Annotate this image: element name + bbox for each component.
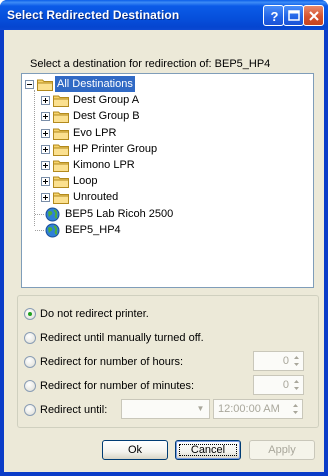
tree-item-label: All Destinations — [55, 76, 135, 92]
globe-icon — [45, 223, 60, 238]
close-button[interactable] — [303, 5, 324, 26]
help-button[interactable]: ? — [263, 5, 284, 26]
spinner-arrows-icon[interactable] — [291, 353, 302, 369]
tree-item-label: BEP5_HP4 — [65, 223, 121, 236]
ok-button[interactable]: Ok — [102, 440, 168, 460]
hours-spinner[interactable]: 0 — [253, 351, 304, 371]
globe-icon — [45, 207, 60, 222]
dialog-body: Select a destination for redirection of:… — [4, 30, 324, 472]
tree-item-hp-printer-group[interactable]: HP Printer Group — [22, 141, 312, 157]
title-bar[interactable]: Select Redirected Destination ? — [0, 0, 328, 30]
tree-item-label: Loop — [73, 175, 98, 188]
tree-item-label: HP Printer Group — [73, 142, 158, 155]
tree-item-label: Dest Group B — [73, 110, 140, 123]
expand-icon[interactable] — [41, 112, 50, 122]
radio-do-not-redirect[interactable] — [24, 308, 36, 320]
folder-icon — [53, 175, 69, 189]
cancel-button[interactable]: Cancel — [175, 440, 241, 460]
redirect-options-group: Do not redirect printer. Redirect until … — [17, 295, 319, 428]
tree-item-kimono-lpr[interactable]: Kimono LPR — [22, 157, 312, 173]
folder-icon — [53, 143, 69, 156]
tree-item-all-destinations[interactable]: All Destinations — [22, 76, 312, 92]
tree-item-label: Evo LPR — [73, 126, 117, 139]
destination-prompt: Select a destination for redirection of:… — [30, 58, 271, 70]
help-icon: ? — [271, 9, 279, 24]
tree-item-evo-lpr[interactable]: Evo LPR — [22, 125, 312, 141]
tree-item-label: Dest Group A — [73, 94, 140, 107]
until-date-combo[interactable]: ▼ — [121, 399, 210, 419]
radio-until-manual[interactable] — [24, 332, 36, 344]
expand-icon[interactable] — [41, 144, 50, 154]
tree-item-dest-group-a[interactable]: Dest Group A — [22, 92, 312, 108]
tree-item-label: BEP5 Lab Ricoh 2500 — [65, 207, 174, 220]
expand-icon[interactable] — [41, 96, 50, 106]
expand-icon[interactable] — [41, 128, 50, 138]
until-time-value: 12:00:00 AM — [218, 403, 280, 415]
dialog-window: Select Redirected Destination ? Select a… — [0, 0, 328, 476]
folder-icon — [53, 127, 69, 140]
tree-connector — [35, 213, 44, 215]
folder-icon — [53, 110, 69, 124]
folder-icon — [53, 191, 69, 205]
hours-value: 0 — [282, 355, 289, 367]
radio-minutes[interactable] — [24, 380, 36, 392]
window-title: Select Redirected Destination — [7, 8, 180, 22]
tree-connector — [35, 229, 44, 231]
expand-icon[interactable] — [41, 193, 50, 203]
radio-hours[interactable] — [24, 356, 36, 368]
tree-item-bep5-lab-ricoh-2500[interactable]: BEP5 Lab Ricoh 2500 — [22, 206, 312, 222]
maximize-button[interactable] — [283, 5, 304, 26]
expand-icon[interactable] — [41, 161, 50, 170]
tree-item-dest-group-b[interactable]: Dest Group B — [22, 108, 312, 124]
close-icon — [309, 11, 319, 21]
folder-icon — [37, 78, 53, 91]
tree-item-bep5-hp4[interactable]: BEP5_HP4 — [22, 222, 312, 238]
tree-item-label: Unrouted — [73, 191, 119, 204]
svg-text:?: ? — [271, 9, 279, 24]
tree-item-unrouted[interactable]: Unrouted — [22, 189, 312, 205]
chevron-down-icon[interactable]: ▼ — [194, 402, 207, 416]
expand-icon[interactable] — [41, 177, 50, 187]
destination-tree[interactable]: All Destinations Dest Group A Dest Group B… — [21, 73, 314, 288]
maximize-icon — [288, 10, 300, 21]
folder-icon — [53, 159, 69, 172]
apply-button[interactable]: Apply — [249, 440, 315, 460]
focus-rectangle — [179, 444, 237, 456]
minutes-spinner[interactable]: 0 — [253, 375, 304, 395]
minutes-value: 0 — [282, 379, 289, 391]
folder-icon — [53, 94, 69, 108]
radio-until[interactable] — [24, 404, 36, 416]
spinner-arrows-icon[interactable] — [291, 377, 302, 393]
tree-item-loop[interactable]: Loop — [22, 173, 312, 189]
until-time-field[interactable]: 12:00:00 AM — [213, 399, 303, 419]
collapse-icon[interactable] — [25, 80, 34, 89]
spinner-arrows-icon[interactable] — [290, 401, 301, 417]
tree-item-label: Kimono LPR — [73, 159, 135, 171]
